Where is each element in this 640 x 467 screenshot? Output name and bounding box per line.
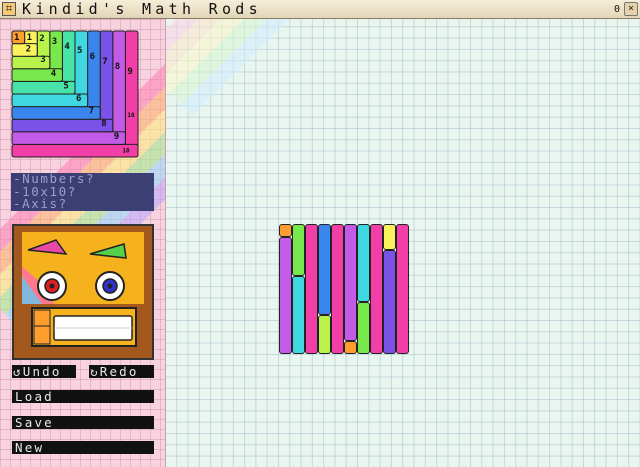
palette-label-3: 3 (40, 55, 45, 65)
workspace-rainbow (166, 19, 617, 116)
palette-label-2: 2 (39, 34, 44, 44)
window-title: Kindid's Math Rods (22, 0, 262, 18)
palette-label-10: 10 (127, 112, 135, 119)
rod-1[interactable] (279, 224, 292, 237)
palette-label-6: 6 (90, 52, 95, 62)
title-bar: ⌗ Kindid's Math Rods 0 × (0, 0, 640, 19)
window-control[interactable]: 0 (614, 0, 620, 19)
rod-8[interactable] (383, 250, 396, 354)
close-button[interactable]: × (624, 2, 638, 16)
rod-4[interactable] (357, 302, 370, 354)
rod-6[interactable] (292, 276, 305, 354)
rod-4[interactable] (292, 224, 305, 276)
mascot-face (12, 224, 154, 360)
new-label: New (15, 440, 45, 455)
palette-label-7: 7 (89, 107, 94, 117)
rod-1[interactable] (344, 341, 357, 354)
save-button[interactable]: Save (12, 416, 154, 429)
redo-label: ↻Redo (90, 364, 139, 379)
palette-label-9: 9 (127, 67, 132, 77)
palette-label-1: 1 (14, 33, 19, 43)
undo-button[interactable]: ↺Undo (12, 365, 76, 378)
palette-label-8: 8 (101, 119, 106, 129)
rod-10[interactable] (396, 224, 409, 354)
palette-label-5: 5 (77, 46, 82, 56)
rod-7[interactable] (318, 224, 331, 315)
palette-label-9: 9 (114, 132, 119, 142)
rod-6[interactable] (357, 224, 370, 302)
palette-label-1: 1 (27, 33, 32, 43)
palette-label-10: 10 (122, 147, 130, 154)
save-label: Save (15, 415, 54, 430)
undo-label: ↺Undo (13, 364, 62, 379)
redo-button[interactable]: ↻Redo (89, 365, 154, 378)
palette-label-4: 4 (51, 69, 57, 79)
app-icon: ⌗ (2, 2, 16, 16)
palette-label-2: 2 (26, 45, 31, 55)
rod-10[interactable] (370, 224, 383, 354)
rod-10[interactable] (331, 224, 344, 354)
palette-label-4: 4 (64, 42, 70, 52)
toggle-axis[interactable]: -Axis? (11, 197, 154, 211)
rod-palette[interactable]: 1 1 22334455667788991010 (0, 19, 166, 164)
new-button[interactable]: New (12, 441, 154, 454)
options-panel: -Numbers? -10x10? -Axis? (11, 172, 154, 211)
rod-9[interactable] (279, 237, 292, 354)
load-button[interactable]: Load (12, 390, 154, 403)
palette-label-8: 8 (115, 62, 120, 72)
sidebar: 1 1 2 2 3 3 4 4 5 5 6 6 7 7 8 8 9 9 10 10 -Numbers? -10x10?… (0, 19, 166, 467)
rod-board (279, 224, 409, 354)
palette-label-7: 7 (102, 57, 107, 67)
rod-10[interactable] (305, 224, 318, 354)
load-label: Load (15, 389, 54, 404)
rod-3[interactable] (318, 315, 331, 354)
palette-label-5: 5 (63, 81, 68, 91)
palette-label-6: 6 (76, 94, 81, 104)
rod-2[interactable] (383, 224, 396, 250)
workspace-grid[interactable] (166, 19, 640, 467)
rod-9[interactable] (344, 224, 357, 341)
palette-label-3: 3 (52, 37, 57, 47)
